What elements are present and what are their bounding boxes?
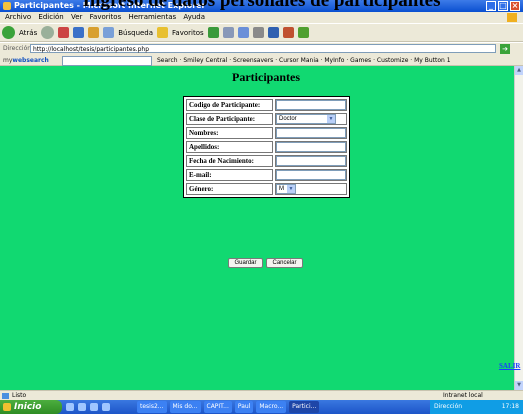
start-button[interactable]: Inicio [0,400,62,414]
vertical-scrollbar[interactable]: ▲ ▼ [514,66,523,390]
stop-icon[interactable] [58,27,70,38]
field-label: E-mail: [186,169,273,181]
form-row-fecha: Fecha de Nacimiento: [186,155,347,167]
page-icon [2,393,9,399]
genero-select-value: M [279,186,284,192]
quick-launch-icon[interactable] [66,403,74,411]
favorites-icon[interactable] [157,27,169,38]
quick-launch [66,403,110,411]
back-label[interactable]: Atrás [19,29,37,37]
start-label: Inicio [14,402,42,412]
quick-launch-icon[interactable] [102,403,110,411]
participant-form: Codigo de Participante: Clase de Partici… [183,96,350,198]
field-label: Nombres: [186,127,273,139]
back-arrow-icon[interactable] [2,26,15,39]
clase-select-value: Doctor [279,116,297,122]
menu-ver[interactable]: Ver [71,13,82,21]
genero-select[interactable]: M ▼ [276,184,296,194]
home-icon[interactable] [88,27,100,38]
caption-overlay: Ingreso de datos personales de participa… [82,0,441,11]
messenger-icon[interactable] [282,27,294,38]
menu-ayuda[interactable]: Ayuda [183,13,205,21]
task-button[interactable]: CAPIT... [203,401,232,413]
clock: 17:18 [501,403,519,410]
chevron-down-icon[interactable]: ▼ [327,115,335,123]
form-row-codigo: Codigo de Participante: [186,99,347,111]
edit-icon[interactable] [252,27,264,38]
menu-herramientas[interactable]: Herramientas [128,13,176,21]
form-row-nombres: Nombres: [186,127,347,139]
form-row-genero: Género: M ▼ [186,183,347,195]
task-button-active[interactable]: Partici... [289,401,320,413]
system-tray: Dirección 17:18 [430,400,523,414]
tool-icon[interactable] [297,27,309,38]
codigo-input[interactable] [276,100,346,110]
toolbar: Atrás Búsqueda Favoritos [0,23,523,42]
field-label: Fecha de Nacimiento: [186,155,273,167]
save-button[interactable]: Guardar [228,258,263,268]
search-label[interactable]: Búsqueda [118,29,153,37]
menu-favoritos[interactable]: Favoritos [90,13,122,21]
nombres-input[interactable] [276,128,346,138]
address-bar: Dirección http://localhost/tesis/partici… [0,43,523,55]
search-icon[interactable] [103,27,115,38]
task-button[interactable]: Macro... [256,401,287,413]
menu-bar: Archivo Edición Ver Favoritos Herramient… [0,12,523,23]
mail-icon[interactable] [222,27,234,38]
scroll-down-icon[interactable]: ▼ [515,381,523,390]
fecha-input[interactable] [276,156,346,166]
cancel-button[interactable]: Cancelar [266,258,303,268]
links-toolbar: mywebsearch Search · Smiley Central · Sc… [0,55,523,66]
task-button[interactable]: Mis do... [169,401,201,413]
address-label: Dirección [3,45,32,52]
field-label: Género: [186,183,273,195]
windows-logo-icon [507,13,517,22]
form-row-email: E-mail: [186,169,347,181]
taskbar: Inicio tesis2... Mis do... CAPIT... Paul… [0,400,523,414]
email-input[interactable] [276,170,346,180]
task-button[interactable]: tesis2... [137,401,167,413]
print-icon[interactable] [237,27,249,38]
field-label: Codigo de Participante: [186,99,273,111]
forward-arrow-icon[interactable] [41,26,55,39]
quick-launch-icon[interactable] [78,403,86,411]
windows-flag-icon [3,403,11,411]
menu-edicion[interactable]: Edición [38,13,63,21]
field-label: Clase de Participante: [186,113,273,125]
tray-address-label: Dirección [434,403,463,410]
mywebsearch-logo: mywebsearch [3,57,49,64]
refresh-icon[interactable] [73,27,85,38]
favorites-label[interactable]: Favoritos [172,29,204,37]
page-title: Participantes [232,70,300,84]
discuss-icon[interactable] [267,27,279,38]
go-arrow-icon[interactable]: ➔ [500,44,510,54]
websearch-input[interactable] [62,56,152,66]
form-row-apellidos: Apellidos: [186,141,347,153]
links-items[interactable]: Search · Smiley Central · Screensavers ·… [157,55,451,66]
chevron-down-icon[interactable]: ▼ [287,185,295,193]
task-button[interactable]: Paul [234,401,254,413]
apellidos-input[interactable] [276,142,346,152]
history-icon[interactable] [207,27,219,38]
form-row-clase: Clase de Participante: Doctor ▼ [186,113,347,125]
quick-launch-icon[interactable] [90,403,98,411]
field-label: Apellidos: [186,141,273,153]
clase-select[interactable]: Doctor ▼ [276,114,336,124]
exit-link[interactable]: SALIR [499,362,520,370]
task-buttons: tesis2... Mis do... CAPIT... Paul Macro.… [137,401,320,413]
menu-archivo[interactable]: Archivo [5,13,31,21]
address-input[interactable]: http://localhost/tesis/participantes.php [30,44,496,53]
